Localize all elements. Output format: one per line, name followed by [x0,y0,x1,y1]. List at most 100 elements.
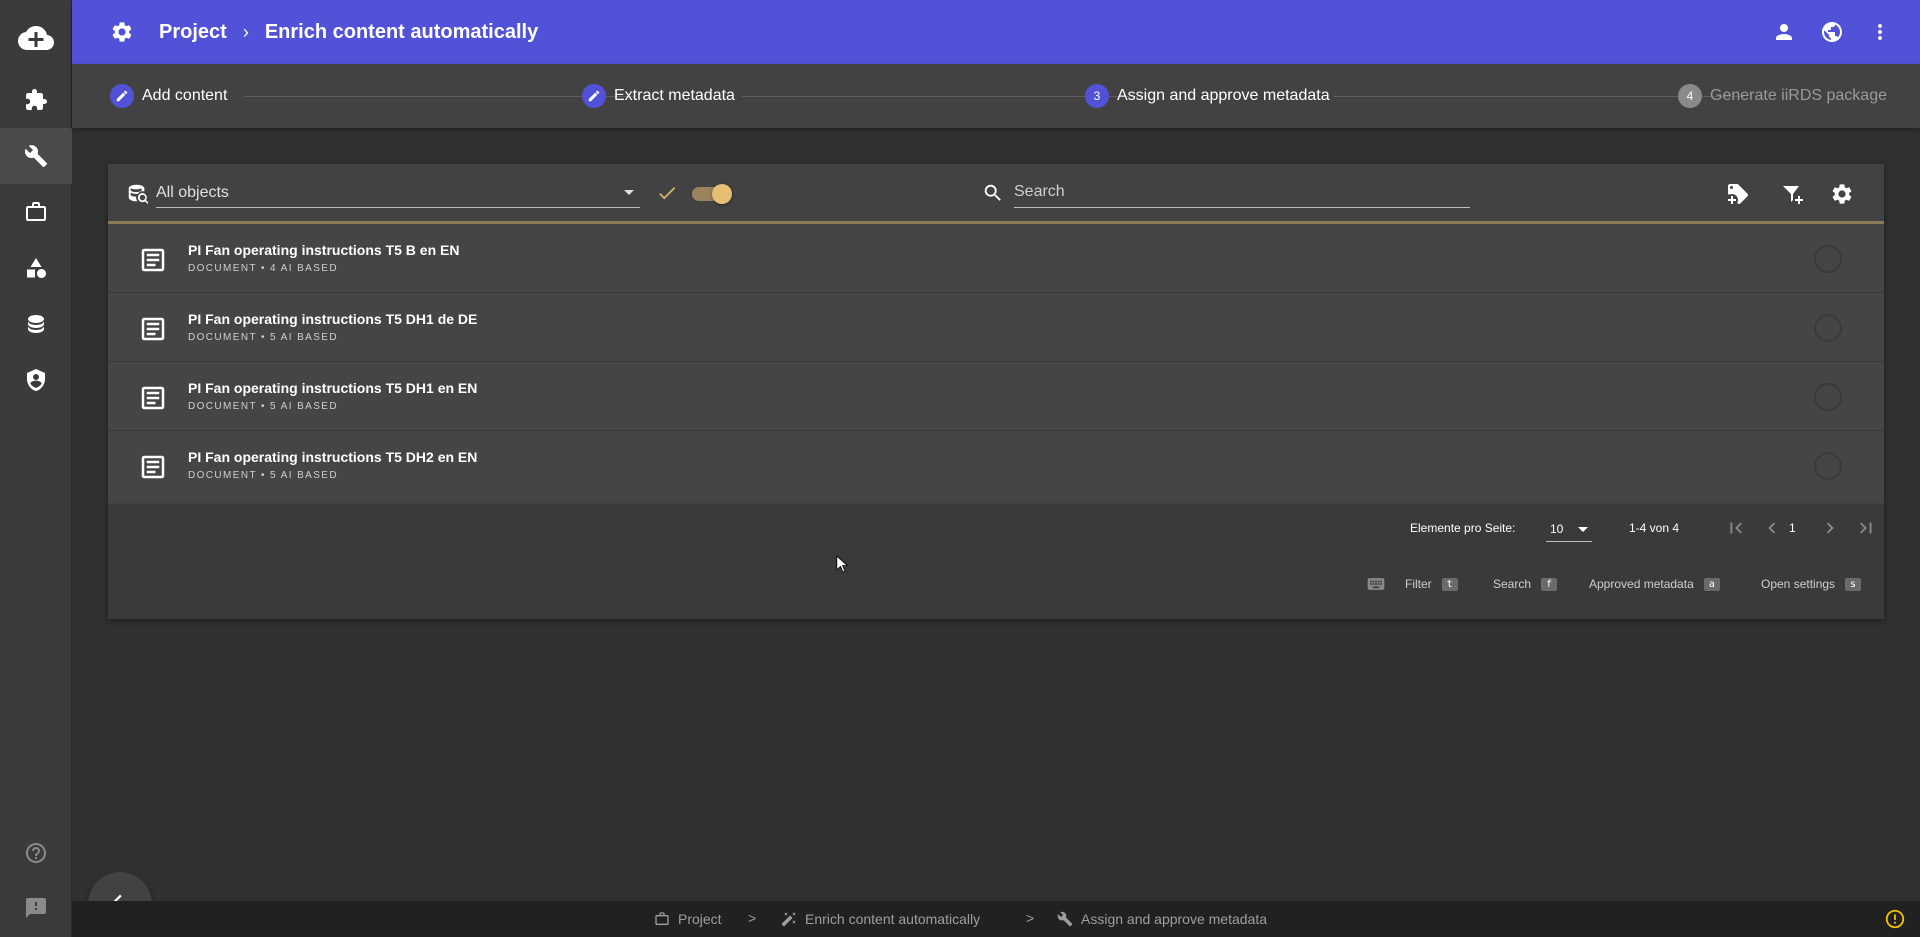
list-item[interactable]: PI Fan operating instructions T5 B en EN… [108,224,1884,293]
mouse-cursor-icon [836,555,849,580]
bottom-crumb-separator: > [1026,910,1035,926]
help-icon[interactable] [0,825,72,881]
account-icon[interactable] [1770,18,1798,46]
select-radio[interactable] [1814,452,1842,480]
items-per-page-value: 10 [1550,522,1564,536]
shortcut-label: Filter [1405,577,1432,591]
search-icon [982,182,1004,204]
list-item[interactable]: PI Fan operating instructions T5 DH1 de … [108,293,1884,362]
range-label: 1-4 von 4 [1629,521,1680,535]
document-icon [138,314,168,344]
app-root: Project › Enrich content automatically A… [0,0,1920,937]
card-footer: Elemente pro Seite: 10 1-4 von 4 1 Filte… [108,504,1884,619]
toggle-knob [712,184,732,204]
items-per-page-label: Elemente pro Seite: [1410,521,1516,535]
step-assign-approve-metadata[interactable]: 3 Assign and approve metadata [1085,84,1330,108]
stepper: Add content Extract metadata 3 Assign an… [72,64,1920,128]
wrench-icon [1057,911,1073,927]
dropdown-arrow-icon [624,190,634,195]
bottom-crumb-project[interactable]: Project [654,911,722,927]
list-item[interactable]: PI Fan operating instructions T5 DH2 en … [108,431,1884,500]
shield-user-icon[interactable] [0,352,72,408]
list-item[interactable]: PI Fan operating instructions T5 DH1 en … [108,362,1884,431]
shortcut-filter: Filter t [1405,577,1458,591]
step-connector [244,96,634,97]
select-radio[interactable] [1814,314,1842,342]
previous-page-icon[interactable] [1760,516,1784,540]
shapes-icon[interactable] [0,240,72,296]
warning-icon[interactable] [1884,908,1906,933]
shortcut-key: t [1441,577,1458,591]
magic-wand-icon [781,912,796,927]
step-number: 4 [1678,84,1702,108]
content-card: All objects Search PI Fan operating inst… [108,164,1884,619]
bottom-crumb-separator: > [748,910,757,926]
document-icon [138,245,168,275]
globe-icon[interactable] [1818,18,1846,46]
more-vert-icon[interactable] [1866,18,1894,46]
shortcut-label: Search [1493,577,1532,591]
top-header: Project › Enrich content automatically [72,0,1920,64]
step-label: Assign and approve metadata [1117,87,1330,104]
shortcut-key: f [1541,577,1558,591]
database-search-icon [126,182,148,204]
document-subtitle: DOCUMENT • 4 AI BASED [188,263,338,274]
document-title: PI Fan operating instructions T5 B en EN [188,242,460,258]
list-toolbar: All objects [108,164,1884,224]
bottom-crumb-assign[interactable]: Assign and approve metadata [1057,911,1267,927]
document-title: PI Fan operating instructions T5 DH2 en … [188,449,478,465]
last-page-icon[interactable] [1854,516,1878,540]
wrench-icon[interactable] [0,128,72,184]
feedback-icon[interactable] [0,880,72,936]
step-extract-metadata[interactable]: Extract metadata [582,84,735,108]
document-title: PI Fan operating instructions T5 DH1 de … [188,311,478,327]
shortcut-open-settings: Open settings s [1761,577,1862,591]
shortcut-label: Approved metadata [1589,577,1694,591]
approved-toggle[interactable] [692,184,732,204]
bottom-crumb-label: Assign and approve metadata [1081,911,1268,927]
add-tag-icon[interactable] [1726,182,1750,206]
document-icon [138,383,168,413]
select-radio[interactable] [1814,383,1842,411]
settings-gear-icon[interactable] [1830,182,1854,206]
briefcase-icon[interactable] [0,184,72,240]
step-label: Add content [142,87,228,104]
gear-icon[interactable] [110,20,134,44]
keyboard-icon [1366,574,1386,597]
next-page-icon[interactable] [1818,516,1842,540]
page-title: Enrich content automatically [264,20,539,43]
bottom-crumb-label: Enrich content automatically [805,911,981,927]
step-generate-iirds-package[interactable]: 4 Generate iiRDS package [1678,84,1887,108]
puzzle-icon[interactable] [0,72,72,128]
first-page-icon[interactable] [1724,516,1748,540]
object-filter-select[interactable]: All objects [156,178,640,208]
paginator: Elemente pro Seite: 10 1-4 von 4 1 [108,504,1884,556]
current-page: 1 [1789,521,1796,535]
header-actions [1770,18,1894,46]
select-value: All objects [156,184,229,201]
document-subtitle: DOCUMENT • 5 AI BASED [188,470,338,481]
breadcrumb-separator: › [242,21,249,42]
sidebar [0,0,72,937]
search-field[interactable] [1014,178,1470,208]
step-label: Extract metadata [614,87,735,104]
step-add-content[interactable]: Add content [110,84,227,108]
shortcut-approved-metadata: Approved metadata a [1589,577,1720,591]
step-number: 3 [1085,84,1109,108]
edit-icon [582,84,606,108]
bottom-crumb-label: Project [678,911,722,927]
database-icon[interactable] [0,296,72,352]
cloud-add-logo-icon[interactable] [0,10,72,66]
edit-icon [110,84,134,108]
bottom-crumb-enrich[interactable]: Enrich content automatically [781,911,980,927]
check-icon[interactable] [656,182,678,209]
step-label: Generate iiRDS package [1710,87,1887,104]
breadcrumb-project[interactable]: Project [159,21,227,44]
keyboard-shortcuts: Filter t Search f Approved metadata a Op… [108,574,1884,596]
document-title: PI Fan operating instructions T5 DH1 en … [188,380,478,396]
add-filter-icon[interactable] [1780,182,1804,206]
search-input[interactable] [1014,178,1470,206]
select-radio[interactable] [1814,245,1842,273]
items-per-page-select[interactable]: 10 [1546,514,1592,542]
document-subtitle: DOCUMENT • 5 AI BASED [188,401,338,412]
